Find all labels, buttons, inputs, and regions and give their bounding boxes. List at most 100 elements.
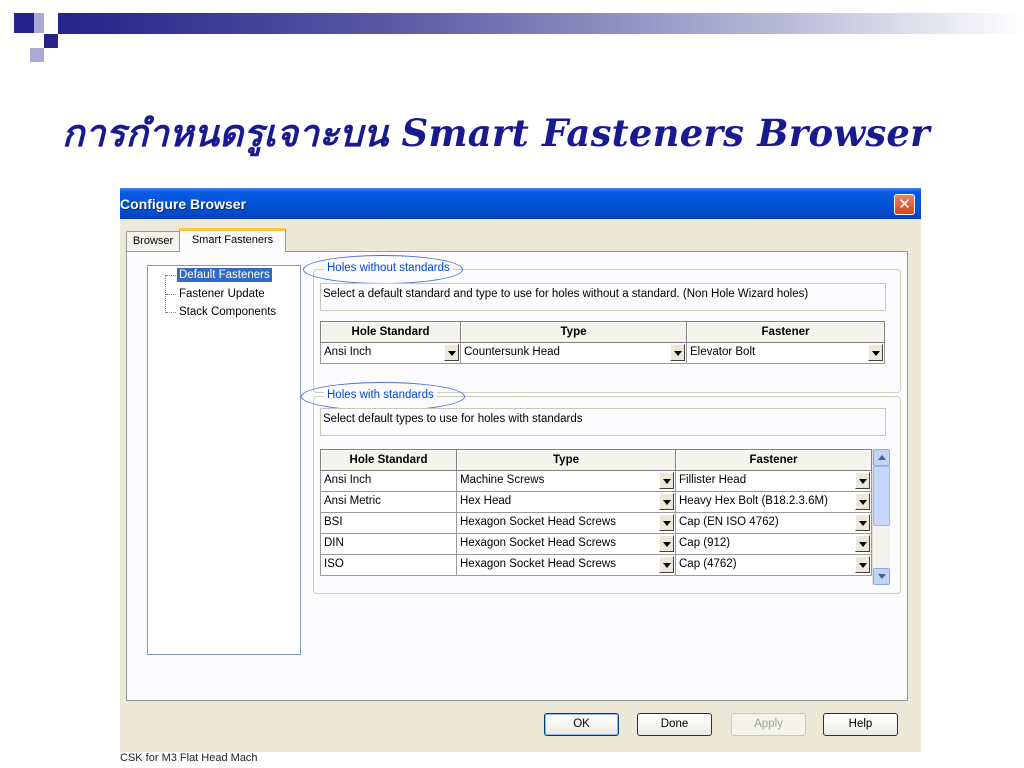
done-button[interactable]: Done — [637, 713, 712, 736]
column-header-hole-standard: Hole Standard — [320, 321, 461, 343]
help-button[interactable]: Help — [823, 713, 898, 736]
type-select[interactable]: Hex Head — [456, 491, 676, 513]
hole-standard-select[interactable]: Ansi Inch — [320, 342, 461, 364]
cell-value: Ansi Inch — [324, 474, 372, 486]
table-header-row: Hole Standard Type Fastener — [320, 449, 872, 471]
deco-square-lilac-lower — [30, 48, 44, 62]
column-header-hole-standard: Hole Standard — [320, 449, 457, 471]
table-row: Ansi Inch Countersunk Head Elevator Bolt — [320, 342, 885, 364]
table-row: BSI Hexagon Socket Head Screws Cap (EN I… — [320, 512, 872, 534]
tree-item-stack-components[interactable]: Stack Components — [177, 305, 278, 319]
cell-value: Hex Head — [460, 495, 512, 507]
table-scrollbar[interactable] — [872, 449, 890, 585]
cell-value: Cap (912) — [679, 537, 731, 549]
type-select[interactable]: Hexagon Socket Head Screws — [456, 533, 676, 555]
holes-with-standards-group: Holes with standards Select default type… — [301, 382, 901, 594]
dropdown-arrow-icon[interactable] — [868, 344, 883, 361]
hole-standard-cell: DIN — [320, 533, 457, 555]
cell-value: Cap (4762) — [679, 558, 737, 570]
tree-item-default-fasteners[interactable]: Default Fasteners — [177, 268, 272, 282]
dropdown-arrow-icon[interactable] — [444, 344, 459, 361]
dropdown-arrow-icon[interactable] — [659, 514, 674, 531]
cell-value: BSI — [324, 516, 343, 528]
deco-square-navy — [14, 13, 34, 33]
type-select[interactable]: Hexagon Socket Head Screws — [456, 554, 676, 576]
fastener-select[interactable]: Heavy Hex Bolt (B18.2.3.6M) — [675, 491, 872, 513]
tree-item-fastener-update[interactable]: Fastener Update — [177, 287, 267, 301]
holes-without-standards-description: Select a default standard and type to us… — [320, 283, 886, 311]
cell-value: Hexagon Socket Head Screws — [460, 558, 616, 570]
dropdown-arrow-icon[interactable] — [659, 556, 674, 573]
cell-value: Hexagon Socket Head Screws — [460, 516, 616, 528]
table-row: Ansi Inch Machine Screws Fillister Head — [320, 470, 872, 492]
slide-title: การกำหนดรูเจาะบน Smart Fasteners Browser — [62, 111, 930, 155]
dropdown-arrow-icon[interactable] — [855, 472, 870, 489]
table-row: DIN Hexagon Socket Head Screws Cap (912) — [320, 533, 872, 555]
holes-without-standards-group: Holes without standards Select a default… — [303, 255, 901, 393]
apply-button[interactable]: Apply — [731, 713, 806, 736]
header-gradient-bar — [58, 13, 1024, 34]
dropdown-arrow-icon[interactable] — [659, 535, 674, 552]
cell-value: Hexagon Socket Head Screws — [460, 537, 616, 549]
scroll-down-icon[interactable] — [873, 568, 890, 585]
column-header-fastener: Fastener — [675, 449, 872, 471]
deco-square-navy-lower — [44, 34, 58, 48]
dropdown-arrow-icon[interactable] — [670, 344, 685, 361]
dropdown-arrow-icon[interactable] — [855, 556, 870, 573]
tab-browser[interactable]: Browser — [126, 231, 180, 251]
tab-panel: Default Fasteners Fastener Update Stack … — [126, 251, 908, 701]
holes-without-standards-legend: Holes without standards — [324, 262, 453, 274]
holes-with-standards-table: Hole Standard Type Fastener Ansi Inch Ma… — [320, 449, 872, 576]
scroll-up-icon[interactable] — [873, 449, 890, 466]
hole-standard-cell: ISO — [320, 554, 457, 576]
table-row: ISO Hexagon Socket Head Screws Cap (4762… — [320, 554, 872, 576]
table-header-row: Hole Standard Type Fastener — [320, 321, 885, 343]
dialog-title: Configure Browser — [120, 196, 247, 212]
hole-standard-cell: Ansi Inch — [320, 470, 457, 492]
fastener-select[interactable]: Fillister Head — [675, 470, 872, 492]
tree-branch-line — [166, 312, 176, 313]
dropdown-arrow-icon[interactable] — [855, 493, 870, 510]
holes-with-standards-legend: Holes with standards — [324, 389, 437, 401]
type-select[interactable]: Countersunk Head — [460, 342, 687, 364]
column-header-type: Type — [460, 321, 687, 343]
dropdown-arrow-icon[interactable] — [855, 535, 870, 552]
cell-value: Heavy Hex Bolt (B18.2.3.6M) — [679, 495, 828, 507]
scrollbar-thumb[interactable] — [873, 466, 890, 526]
tree-branch-line — [166, 294, 176, 295]
table-row: Ansi Metric Hex Head Heavy Hex Bolt (B18… — [320, 491, 872, 513]
cell-value: Countersunk Head — [464, 346, 560, 358]
dropdown-arrow-icon[interactable] — [659, 472, 674, 489]
type-select[interactable]: Machine Screws — [456, 470, 676, 492]
cell-value: Elevator Bolt — [690, 346, 756, 358]
options-tree: Default Fasteners Fastener Update Stack … — [147, 265, 301, 655]
hole-standard-cell: Ansi Metric — [320, 491, 457, 513]
type-select[interactable]: Hexagon Socket Head Screws — [456, 512, 676, 534]
cell-value: Ansi Inch — [324, 346, 372, 358]
column-header-type: Type — [456, 449, 676, 471]
ok-button[interactable]: OK — [544, 713, 619, 736]
holes-without-standards-table: Hole Standard Type Fastener Ansi Inch Co… — [320, 321, 885, 364]
cell-value: Fillister Head — [679, 474, 747, 486]
dialog-titlebar[interactable]: Configure Browser ✕ — [120, 188, 921, 219]
column-header-fastener: Fastener — [686, 321, 885, 343]
holes-with-standards-description: Select default types to use for holes wi… — [320, 408, 886, 436]
cell-value: Cap (EN ISO 4762) — [679, 516, 779, 528]
configure-browser-dialog: Configure Browser ✕ Browser Smart Fasten… — [120, 188, 921, 752]
fastener-select[interactable]: Elevator Bolt — [686, 342, 885, 364]
cell-value: Machine Screws — [460, 474, 545, 486]
cell-value: ISO — [324, 558, 344, 570]
deco-square-periwinkle — [34, 13, 44, 33]
cell-value: Ansi Metric — [324, 495, 381, 507]
tab-smart-fasteners[interactable]: Smart Fasteners — [179, 228, 286, 252]
fastener-select[interactable]: Cap (912) — [675, 533, 872, 555]
fastener-select[interactable]: Cap (4762) — [675, 554, 872, 576]
tree-branch-line — [166, 275, 176, 276]
dropdown-arrow-icon[interactable] — [855, 514, 870, 531]
close-button[interactable]: ✕ — [894, 194, 915, 215]
fastener-select[interactable]: Cap (EN ISO 4762) — [675, 512, 872, 534]
hole-standard-cell: BSI — [320, 512, 457, 534]
taskbar-item-label: CSK for M3 Flat Head Mach — [120, 752, 258, 764]
dropdown-arrow-icon[interactable] — [659, 493, 674, 510]
cell-value: DIN — [324, 537, 344, 549]
